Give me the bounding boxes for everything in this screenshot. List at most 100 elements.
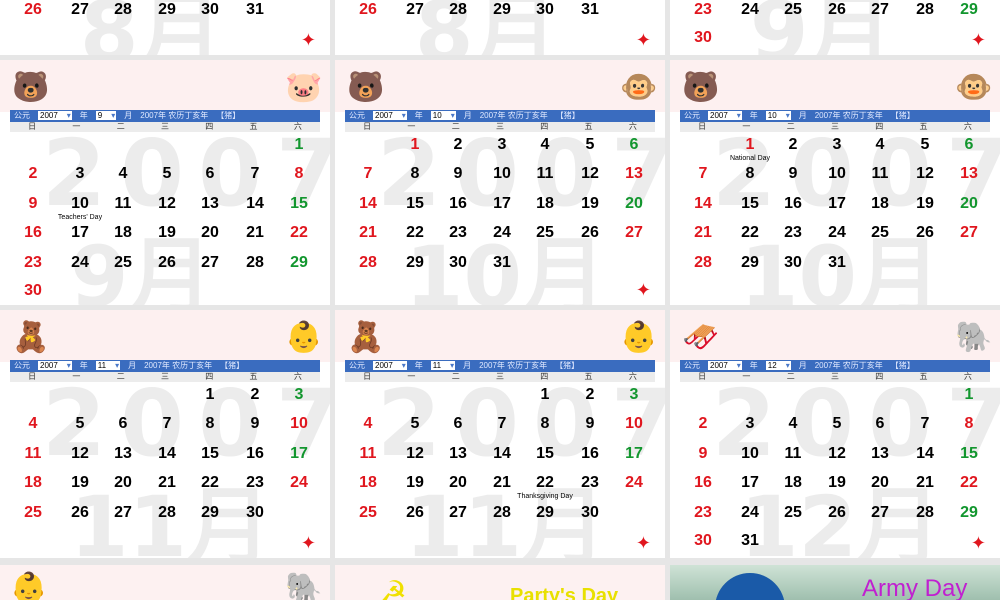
day-cell[interactable]: 27 xyxy=(949,224,989,242)
day-cell[interactable]: 3 xyxy=(614,386,654,404)
day-cell[interactable]: 8 xyxy=(190,415,230,433)
year-select[interactable]: 2007 xyxy=(373,361,407,370)
day-cell[interactable]: 25 xyxy=(860,224,900,242)
day-cell[interactable]: 22 xyxy=(525,474,565,492)
day-cell[interactable]: 17 xyxy=(730,474,770,492)
day-cell[interactable]: 19 xyxy=(60,474,100,492)
day-cell[interactable]: 28 xyxy=(905,1,945,19)
day-cell[interactable]: 19 xyxy=(905,195,945,213)
day-cell[interactable]: 18 xyxy=(773,474,813,492)
month-select[interactable]: 12 xyxy=(765,361,791,370)
day-cell[interactable]: 11 xyxy=(525,165,565,183)
day-cell[interactable]: 28 xyxy=(235,254,275,272)
day-cell[interactable]: 21 xyxy=(683,224,723,242)
day-cell[interactable]: 16 xyxy=(773,195,813,213)
day-cell[interactable]: 26 xyxy=(147,254,187,272)
day-cell[interactable]: 9 xyxy=(683,445,723,463)
day-cell[interactable]: 7 xyxy=(235,165,275,183)
day-cell[interactable]: 8 xyxy=(279,165,319,183)
day-cell[interactable]: 29 xyxy=(147,1,187,19)
day-cell[interactable]: 24 xyxy=(614,474,654,492)
day-cell[interactable]: 18 xyxy=(525,195,565,213)
day-cell[interactable]: 3 xyxy=(730,415,770,433)
day-cell[interactable]: 11 xyxy=(13,445,53,463)
day-cell[interactable]: 22 xyxy=(395,224,435,242)
day-cell[interactable]: 28 xyxy=(482,504,522,522)
day-cell[interactable]: 2 xyxy=(773,136,813,154)
day-cell[interactable]: 26 xyxy=(905,224,945,242)
day-cell[interactable]: 25 xyxy=(525,224,565,242)
day-cell[interactable]: 30 xyxy=(683,532,723,550)
day-cell[interactable]: 2 xyxy=(235,386,275,404)
month-select[interactable]: 9 xyxy=(95,111,117,120)
day-cell[interactable]: 30 xyxy=(235,504,275,522)
day-cell[interactable]: 30 xyxy=(525,1,565,19)
day-cell[interactable]: 22 xyxy=(730,224,770,242)
day-cell[interactable]: 20 xyxy=(949,195,989,213)
day-cell[interactable]: 4 xyxy=(860,136,900,154)
day-cell[interactable]: 28 xyxy=(348,254,388,272)
day-cell[interactable]: 25 xyxy=(13,504,53,522)
year-select[interactable]: 2007 xyxy=(373,111,407,120)
year-select[interactable]: 2007 xyxy=(38,111,72,120)
day-cell[interactable]: 31 xyxy=(235,1,275,19)
day-cell[interactable]: 14 xyxy=(147,445,187,463)
day-cell[interactable]: 13 xyxy=(438,445,478,463)
day-cell[interactable]: 12 xyxy=(570,165,610,183)
day-cell[interactable]: 16 xyxy=(438,195,478,213)
day-cell[interactable]: 17 xyxy=(60,224,100,242)
day-cell[interactable]: 10 xyxy=(60,195,100,213)
day-cell[interactable]: 6 xyxy=(190,165,230,183)
day-cell[interactable]: 5 xyxy=(395,415,435,433)
day-cell[interactable]: 29 xyxy=(949,1,989,19)
day-cell[interactable]: 10 xyxy=(279,415,319,433)
day-cell[interactable]: 23 xyxy=(683,1,723,19)
day-cell[interactable]: 29 xyxy=(730,254,770,272)
day-cell[interactable]: 20 xyxy=(438,474,478,492)
day-cell[interactable]: 25 xyxy=(348,504,388,522)
day-cell[interactable]: 1 xyxy=(395,136,435,154)
day-cell[interactable]: 30 xyxy=(773,254,813,272)
day-cell[interactable]: 23 xyxy=(773,224,813,242)
day-cell[interactable]: 15 xyxy=(279,195,319,213)
day-cell[interactable]: 11 xyxy=(773,445,813,463)
day-cell[interactable]: 1 xyxy=(949,386,989,404)
day-cell[interactable]: 3 xyxy=(279,386,319,404)
day-cell[interactable]: 20 xyxy=(614,195,654,213)
day-cell[interactable]: 15 xyxy=(730,195,770,213)
day-cell[interactable]: 27 xyxy=(103,504,143,522)
day-cell[interactable]: 24 xyxy=(817,224,857,242)
day-cell[interactable]: 17 xyxy=(279,445,319,463)
day-cell[interactable]: 9 xyxy=(570,415,610,433)
day-cell[interactable]: 22 xyxy=(279,224,319,242)
day-cell[interactable]: 20 xyxy=(103,474,143,492)
day-cell[interactable]: 1 xyxy=(525,386,565,404)
day-cell[interactable]: 18 xyxy=(860,195,900,213)
day-cell[interactable]: 4 xyxy=(525,136,565,154)
day-cell[interactable]: 8 xyxy=(949,415,989,433)
day-cell[interactable]: 31 xyxy=(730,532,770,550)
day-cell[interactable]: 13 xyxy=(860,445,900,463)
day-cell[interactable]: 29 xyxy=(482,1,522,19)
day-cell[interactable]: 8 xyxy=(525,415,565,433)
day-cell[interactable]: 26 xyxy=(817,504,857,522)
day-cell[interactable]: 14 xyxy=(482,445,522,463)
day-cell[interactable]: 28 xyxy=(683,254,723,272)
month-select[interactable]: 11 xyxy=(95,361,121,370)
day-cell[interactable]: 7 xyxy=(683,165,723,183)
day-cell[interactable]: 30 xyxy=(190,1,230,19)
day-cell[interactable]: 24 xyxy=(60,254,100,272)
day-cell[interactable]: 26 xyxy=(395,504,435,522)
day-cell[interactable]: 28 xyxy=(147,504,187,522)
day-cell[interactable]: 30 xyxy=(13,282,53,300)
day-cell[interactable]: 26 xyxy=(817,1,857,19)
day-cell[interactable]: 1 xyxy=(279,136,319,154)
day-cell[interactable]: 2 xyxy=(438,136,478,154)
day-cell[interactable]: 9 xyxy=(773,165,813,183)
day-cell[interactable]: 17 xyxy=(614,445,654,463)
day-cell[interactable]: 9 xyxy=(235,415,275,433)
day-cell[interactable]: 23 xyxy=(13,254,53,272)
day-cell[interactable]: 21 xyxy=(482,474,522,492)
day-cell[interactable]: 5 xyxy=(147,165,187,183)
day-cell[interactable]: 11 xyxy=(860,165,900,183)
